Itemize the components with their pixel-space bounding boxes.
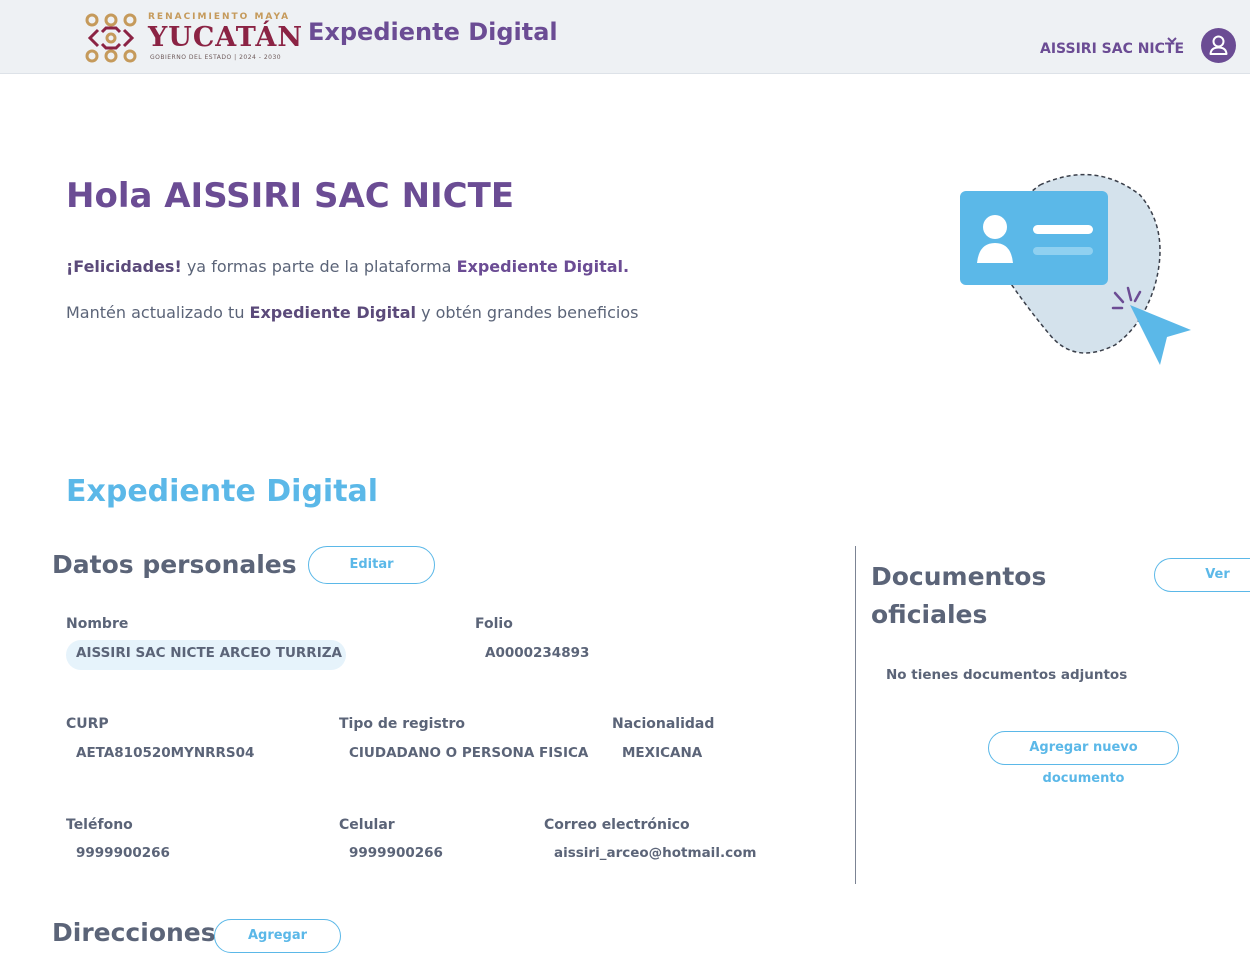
addresses-title: Direcciones — [52, 918, 216, 947]
congrats-text: ¡Felicidades! — [66, 257, 182, 276]
nombre-label: Nombre — [66, 616, 129, 632]
documents-title-line1: Documentos — [871, 562, 1047, 591]
update-text-prefix: Mantén actualizado tu — [66, 303, 250, 322]
celular-label: Celular — [339, 817, 395, 833]
documents-title-line2: oficiales — [871, 600, 988, 629]
top-navbar: RENACIMIENTO MAYA YUCATÁN GOBIERNO DEL E… — [0, 0, 1250, 74]
tipo-registro-value: CIUDADANO O PERSONA FISICA — [349, 745, 589, 761]
user-icon — [1209, 35, 1228, 55]
add-document-button[interactable]: Agregar nuevo documento — [988, 731, 1179, 786]
folio-value: A0000234893 — [485, 645, 590, 661]
id-card-illustration — [960, 173, 1191, 365]
logo-name: YUCATÁN — [148, 22, 304, 53]
chevron-down-icon[interactable] — [1167, 36, 1177, 44]
correo-value: aissiri_arceo@hotmail.com — [554, 845, 757, 861]
greeting-title: Hola AISSIRI SAC NICTE — [66, 176, 515, 216]
edit-button[interactable]: Editar — [308, 546, 435, 584]
nacionalidad-value: MEXICANA — [622, 745, 703, 761]
personal-data-title: Datos personales — [52, 550, 297, 579]
celular-value: 9999900266 — [349, 845, 443, 861]
nacionalidad-label: Nacionalidad — [612, 716, 715, 732]
folio-label: Folio — [475, 616, 513, 632]
update-text-suffix: y obtén grandes beneficios — [415, 303, 639, 322]
logo-tagline: RENACIMIENTO MAYA — [148, 12, 291, 22]
view-documents-button[interactable]: Ver — [1154, 558, 1250, 592]
logo-subtitle: GOBIERNO DEL ESTADO | 2024 - 2030 — [150, 54, 282, 61]
no-documents-text: No tienes documentos adjuntos — [886, 667, 1128, 683]
update-message: Mantén actualizado tu Expediente Digital… — [66, 303, 638, 322]
nombre-value: AISSIRI SAC NICTE ARCEO TURRIZA — [76, 645, 342, 661]
welcome-message: ¡Felicidades! ya formas parte de la plat… — [66, 257, 629, 276]
telefono-value: 9999900266 — [76, 845, 170, 861]
correo-label: Correo electrónico — [544, 817, 690, 833]
curp-label: CURP — [66, 716, 109, 732]
user-menu-name[interactable]: AISSIRI SAC NICTE — [1040, 41, 1184, 57]
curp-value: AETA810520MYNRRS04 — [76, 745, 255, 761]
section-title: Expediente Digital — [66, 474, 379, 509]
telefono-label: Teléfono — [66, 817, 133, 833]
yucatan-logo[interactable]: RENACIMIENTO MAYA YUCATÁN GOBIERNO DEL E… — [84, 10, 302, 66]
app-title: Expediente Digital — [308, 18, 558, 46]
add-address-button[interactable]: Agregar — [214, 919, 341, 953]
vertical-divider — [855, 546, 856, 884]
tipo-registro-label: Tipo de registro — [339, 716, 466, 732]
user-avatar[interactable] — [1201, 28, 1236, 63]
platform-name: Expediente Digital. — [456, 257, 630, 276]
update-text-bold: Expediente Digital — [249, 303, 416, 322]
welcome-text: ya formas parte de la plataforma — [181, 257, 457, 276]
yucatan-emblem-icon — [85, 13, 137, 63]
